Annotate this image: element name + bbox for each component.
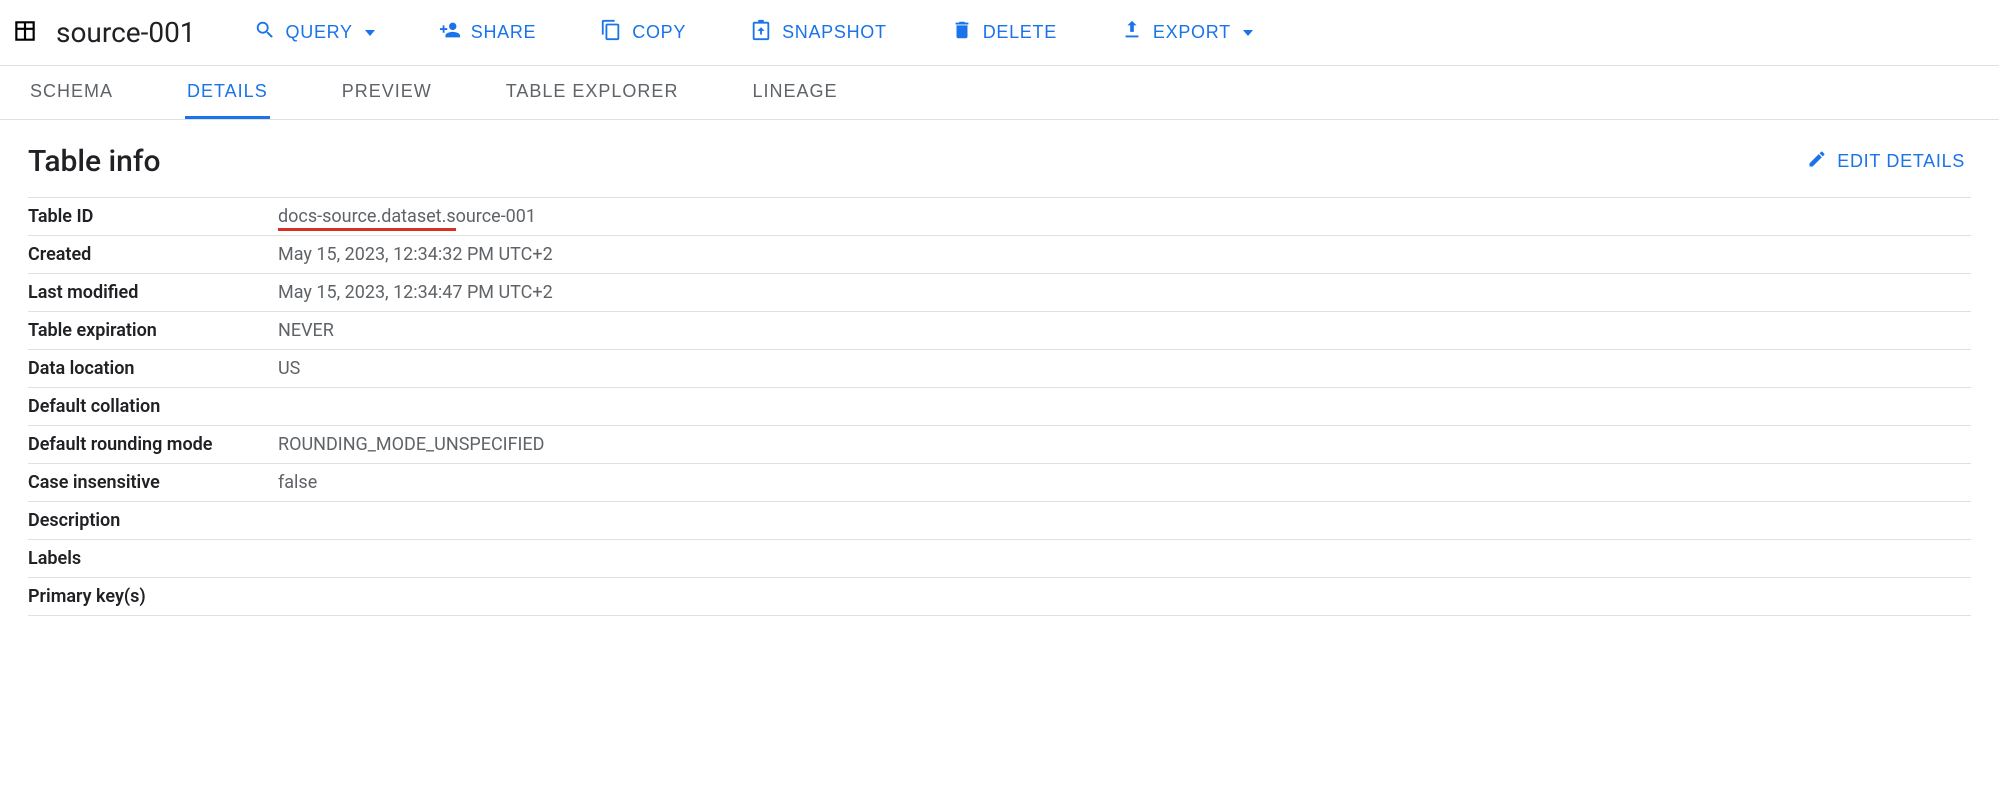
info-label: Default rounding mode bbox=[28, 426, 278, 464]
info-value bbox=[278, 540, 1971, 578]
tab-schema[interactable]: SCHEMA bbox=[28, 66, 115, 119]
info-value bbox=[278, 388, 1971, 426]
export-button[interactable]: EXPORT bbox=[1119, 13, 1255, 52]
info-label: Created bbox=[28, 236, 278, 274]
info-label: Table ID bbox=[28, 198, 278, 236]
tabs: SCHEMA DETAILS PREVIEW TABLE EXPLORER LI… bbox=[0, 66, 1999, 120]
delete-button[interactable]: DELETE bbox=[949, 13, 1059, 52]
info-value: false bbox=[278, 464, 1971, 502]
snapshot-button[interactable]: SNAPSHOT bbox=[748, 13, 889, 52]
delete-label: DELETE bbox=[983, 22, 1057, 43]
share-label: SHARE bbox=[471, 22, 537, 43]
content: Table info EDIT DETAILS Table ID docs-so… bbox=[0, 120, 1999, 640]
info-value: May 15, 2023, 12:34:32 PM UTC+2 bbox=[278, 236, 1971, 274]
page-title: source-001 bbox=[56, 16, 196, 49]
table-row: Table ID docs-source.dataset.source-001 bbox=[28, 198, 1971, 236]
info-value bbox=[278, 502, 1971, 540]
snapshot-label: SNAPSHOT bbox=[782, 22, 887, 43]
section-header: Table info EDIT DETAILS bbox=[28, 144, 1971, 179]
edit-details-label: EDIT DETAILS bbox=[1837, 151, 1965, 172]
dropdown-arrow-icon bbox=[365, 30, 375, 36]
info-label: Table expiration bbox=[28, 312, 278, 350]
header-left: source-001 bbox=[12, 16, 196, 49]
info-value bbox=[278, 578, 1971, 616]
table-row: Description bbox=[28, 502, 1971, 540]
query-button[interactable]: QUERY bbox=[252, 13, 377, 52]
copy-icon bbox=[600, 19, 622, 46]
tab-table-explorer[interactable]: TABLE EXPLORER bbox=[504, 66, 681, 119]
info-label: Labels bbox=[28, 540, 278, 578]
info-label: Last modified bbox=[28, 274, 278, 312]
info-label: Primary key(s) bbox=[28, 578, 278, 616]
info-label: Default collation bbox=[28, 388, 278, 426]
export-label: EXPORT bbox=[1153, 22, 1231, 43]
export-icon bbox=[1121, 19, 1143, 46]
search-icon bbox=[254, 19, 276, 46]
table-row: Created May 15, 2023, 12:34:32 PM UTC+2 bbox=[28, 236, 1971, 274]
info-value: ROUNDING_MODE_UNSPECIFIED bbox=[278, 426, 1971, 464]
table-row: Labels bbox=[28, 540, 1971, 578]
table-row: Data location US bbox=[28, 350, 1971, 388]
table-icon bbox=[12, 18, 38, 48]
dropdown-arrow-icon bbox=[1243, 30, 1253, 36]
table-row: Last modified May 15, 2023, 12:34:47 PM … bbox=[28, 274, 1971, 312]
section-title: Table info bbox=[28, 144, 161, 179]
query-label: QUERY bbox=[286, 22, 353, 43]
table-row: Default collation bbox=[28, 388, 1971, 426]
tab-lineage[interactable]: LINEAGE bbox=[750, 66, 839, 119]
info-label: Description bbox=[28, 502, 278, 540]
info-value: US bbox=[278, 350, 1971, 388]
person-add-icon bbox=[439, 19, 461, 46]
table-row: Case insensitive false bbox=[28, 464, 1971, 502]
copy-button[interactable]: COPY bbox=[598, 13, 688, 52]
share-button[interactable]: SHARE bbox=[437, 13, 539, 52]
toolbar: QUERY SHARE COPY SNAPSHOT DELETE bbox=[252, 13, 1255, 52]
info-value: May 15, 2023, 12:34:47 PM UTC+2 bbox=[278, 274, 1971, 312]
info-value: docs-source.dataset.source-001 bbox=[278, 198, 1971, 236]
info-label: Data location bbox=[28, 350, 278, 388]
info-label: Case insensitive bbox=[28, 464, 278, 502]
snapshot-icon bbox=[750, 19, 772, 46]
table-row: Table expiration NEVER bbox=[28, 312, 1971, 350]
pencil-icon bbox=[1807, 149, 1827, 174]
table-info: Table ID docs-source.dataset.source-001 … bbox=[28, 197, 1971, 616]
edit-details-button[interactable]: EDIT DETAILS bbox=[1801, 148, 1971, 175]
tab-preview[interactable]: PREVIEW bbox=[340, 66, 434, 119]
info-value: NEVER bbox=[278, 312, 1971, 350]
tab-details[interactable]: DETAILS bbox=[185, 66, 270, 119]
copy-label: COPY bbox=[632, 22, 686, 43]
table-row: Primary key(s) bbox=[28, 578, 1971, 616]
header-toolbar: source-001 QUERY SHARE COPY SNAPSHOT bbox=[0, 0, 1999, 66]
delete-icon bbox=[951, 19, 973, 46]
table-row: Default rounding mode ROUNDING_MODE_UNSP… bbox=[28, 426, 1971, 464]
